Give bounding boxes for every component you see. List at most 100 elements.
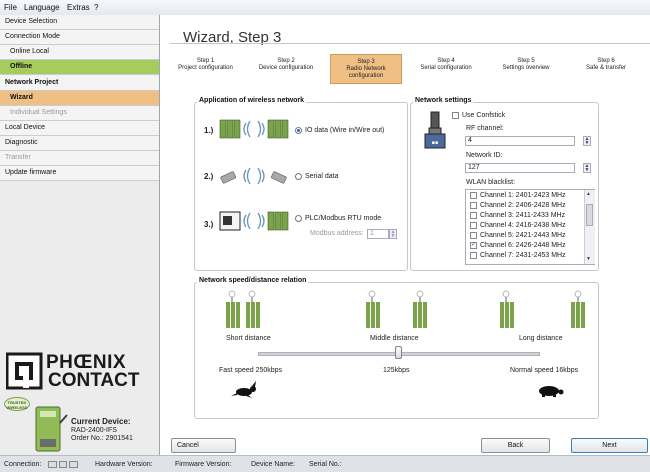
- option-2-label: Serial data: [305, 173, 339, 180]
- blacklist-channel-label: Channel 3: 2411-2433 MHz: [480, 212, 566, 219]
- modbus-address-label: Modbus address:: [310, 230, 364, 237]
- normal-speed-label: Normal speed 16kbps: [510, 367, 579, 374]
- middle-distance-label: Middle distance: [370, 335, 419, 342]
- blacklist-channel-checkbox[interactable]: [470, 202, 477, 209]
- scroll-thumb[interactable]: [586, 204, 593, 226]
- current-device-model: RAD-2400-IFS: [71, 427, 117, 434]
- confstick-icon: ▪▪: [424, 111, 446, 149]
- option-1-label: IO data (Wire in/Wire out): [305, 127, 385, 134]
- step-5-desc: Settings overview: [502, 65, 550, 71]
- blacklist-channel-checkbox[interactable]: [470, 212, 477, 219]
- connection-status-icon: [48, 461, 78, 468]
- tab-step-2[interactable]: Step 2 Device configuration: [251, 54, 321, 84]
- menu-language[interactable]: Language: [24, 3, 60, 12]
- speed-distance-title: Network speed/distance relation: [197, 277, 309, 284]
- radio-plc-modbus[interactable]: [295, 215, 302, 222]
- step-3-label: Step 3: [357, 59, 375, 65]
- cancel-button[interactable]: Cancel: [171, 438, 236, 453]
- network-id-label: Network ID:: [466, 152, 503, 159]
- tab-step-4[interactable]: Step 4 Serial configuration: [410, 54, 482, 84]
- blacklist-channel-checkbox[interactable]: ✓: [470, 242, 477, 249]
- middle-distance-devices-icon: [366, 290, 427, 328]
- sidebar-item-transfer: Transfer: [0, 151, 159, 166]
- sidebar-item-update-firmware[interactable]: Update firmware: [0, 166, 159, 181]
- device-image-icon: [35, 406, 68, 452]
- sidebar-item-online-local[interactable]: Online Local: [0, 45, 159, 60]
- step-6-desc: Safe & transfer: [585, 65, 627, 71]
- blacklist-channel-checkbox[interactable]: [470, 252, 477, 259]
- sidebar-item-wizard[interactable]: Wizard: [0, 91, 159, 106]
- short-distance-label: Short distance: [226, 335, 271, 342]
- sidebar-item-offline[interactable]: Offline: [0, 60, 159, 75]
- step-3-desc2: configuration: [348, 73, 384, 79]
- io-devices-wireless-icon: [219, 119, 289, 139]
- blacklist-channel-checkbox[interactable]: [470, 192, 477, 199]
- sidebar-item-diagnostic[interactable]: Diagnostic: [0, 136, 159, 151]
- logo-line2: CONTACT: [48, 370, 140, 391]
- step-1-desc: Project configuration: [178, 65, 233, 71]
- current-device-heading: Current Device:: [71, 417, 131, 426]
- svg-text:▪▪: ▪▪: [432, 140, 439, 146]
- network-id-stepper[interactable]: ▲ ▼: [583, 163, 591, 173]
- step-4-label: Step 4: [437, 58, 455, 64]
- step-2-desc: Device configuration: [258, 65, 314, 71]
- option-2-number: 2.): [204, 172, 214, 181]
- option-3-number: 3.): [204, 220, 214, 229]
- tab-step-3[interactable]: Step 3 Radio Network configuration: [330, 54, 402, 84]
- menu-bar: File Language Extras ?: [0, 0, 650, 16]
- modbus-address-stepper[interactable]: ▲ ▼: [389, 229, 397, 239]
- rabbit-icon: [231, 381, 256, 398]
- sidebar-item-device-selection[interactable]: Device Selection: [0, 15, 159, 30]
- title-divider: [170, 43, 650, 44]
- plc-modbus-wireless-icon: [219, 211, 289, 231]
- status-serial-label: Serial No.:: [309, 461, 342, 468]
- blacklist-channel-checkbox[interactable]: [470, 232, 477, 239]
- status-hardware-label: Hardware Version:: [95, 461, 153, 468]
- sidebar-item-local-device[interactable]: Local Device: [0, 121, 159, 136]
- blacklist-scrollbar[interactable]: ▲ ▼: [584, 190, 595, 264]
- scroll-down-icon[interactable]: ▼: [586, 256, 591, 262]
- network-id-input[interactable]: 127: [465, 163, 575, 173]
- menu-extras[interactable]: Extras: [67, 3, 90, 12]
- sidebar-item-individual-settings: Individual Settings: [0, 106, 159, 121]
- blacklist-channel-checkbox[interactable]: [470, 222, 477, 229]
- radio-io-data[interactable]: [295, 127, 302, 134]
- modbus-address-input[interactable]: 1: [367, 229, 389, 239]
- long-distance-devices-icon: [500, 290, 585, 328]
- current-device-order: Order No.: 2901541: [71, 435, 133, 442]
- sidebar-item-connection-mode[interactable]: Connection Mode: [0, 30, 159, 45]
- back-button[interactable]: Back: [481, 438, 550, 453]
- long-distance-label: Long distance: [519, 335, 563, 342]
- sidebar-item-network-project[interactable]: Network Project: [0, 76, 159, 91]
- current-device-panel: TRUSTED WIRELESS Current Device: RAD-240…: [0, 393, 159, 455]
- blacklist-channel-label: Channel 2: 2406-2428 MHz: [480, 202, 566, 209]
- step-2-label: Step 2: [277, 58, 295, 64]
- use-confstick-label: Use Confstick: [462, 112, 506, 119]
- next-button[interactable]: Next: [571, 438, 648, 453]
- rf-channel-stepper[interactable]: ▲ ▼: [583, 136, 591, 146]
- tab-step-1[interactable]: Step 1 Project configuration: [170, 54, 241, 84]
- rf-channel-input[interactable]: 4: [465, 136, 575, 146]
- speed-slider-thumb[interactable]: [395, 346, 402, 359]
- serial-cables-wireless-icon: [220, 167, 287, 185]
- option-1-number: 1.): [204, 126, 214, 135]
- status-bar: Connection: Hardware Version: Firmware V…: [0, 455, 650, 472]
- menu-file[interactable]: File: [4, 3, 17, 12]
- use-confstick-checkbox[interactable]: [452, 112, 459, 119]
- radio-serial-data[interactable]: [295, 173, 302, 180]
- blacklist-channel-label: Channel 7: 2431-2453 MHz: [480, 252, 566, 259]
- status-firmware-label: Firmware Version:: [175, 461, 232, 468]
- short-distance-devices-icon: [226, 290, 260, 328]
- fast-speed-label: Fast speed 250kbps: [219, 367, 283, 374]
- option-3-label: PLC/Modbus RTU mode: [305, 215, 382, 222]
- tab-step-6[interactable]: Step 6 Safe & transfer: [570, 54, 642, 84]
- trusted-wireless-badge: TRUSTED WIRELESS: [4, 397, 30, 411]
- mid-speed-label: 125kbps: [383, 367, 410, 374]
- step-3-desc: Radio Network: [346, 66, 386, 72]
- tab-step-5[interactable]: Step 5 Settings overview: [491, 54, 561, 84]
- step-4-desc: Serial configuration: [420, 65, 472, 71]
- application-group-title: Application of wireless network: [197, 97, 307, 104]
- menu-help[interactable]: ?: [94, 3, 98, 12]
- phoenix-contact-logo: PHŒNIX CONTACT: [5, 352, 153, 391]
- scroll-up-icon[interactable]: ▲: [586, 191, 591, 197]
